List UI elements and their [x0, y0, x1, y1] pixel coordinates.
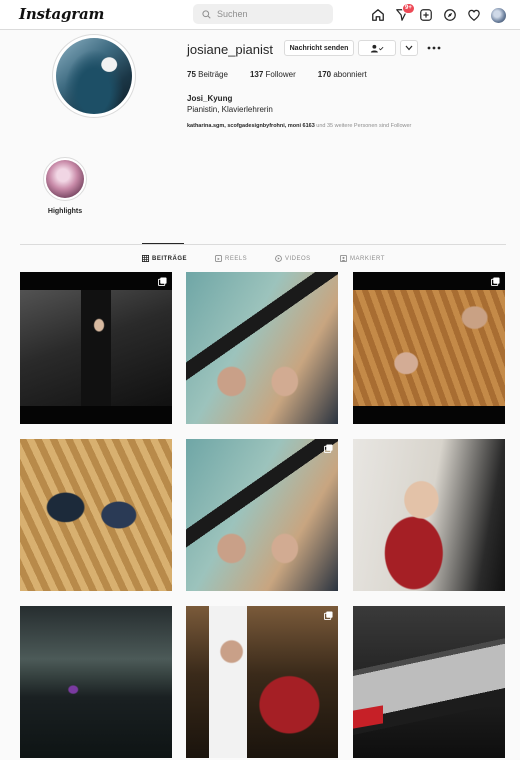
followers-stat[interactable]: 137 Follower [250, 70, 296, 79]
avatar-image [490, 7, 506, 23]
tab-posts[interactable]: BEITRÄGE [142, 255, 187, 262]
messages-badge: 9+ [402, 3, 415, 14]
followers-label: Follower [265, 70, 296, 79]
posts-count: 75 [187, 70, 196, 79]
home-icon[interactable] [370, 7, 386, 23]
tab-posts-label: BEITRÄGE [152, 255, 188, 262]
profile-avatar[interactable] [490, 7, 506, 23]
active-tab-indicator [142, 243, 184, 244]
following-button[interactable] [358, 40, 396, 56]
nav-icons: 9+ [370, 3, 514, 25]
profile-picture[interactable] [52, 34, 136, 118]
tab-videos-label: VIDEOS [285, 255, 311, 262]
following-count: 170 [317, 70, 332, 79]
direct-messages-icon[interactable]: 9+ [394, 3, 415, 23]
post-thumbnail[interactable] [20, 439, 172, 591]
explore-icon[interactable] [442, 7, 458, 23]
posts-label: Beiträge [198, 70, 228, 79]
new-post-icon[interactable] [418, 7, 434, 23]
chevron-down-icon [405, 45, 413, 51]
posts-stat: 75 Beiträge [187, 70, 228, 79]
post-thumbnail[interactable] [20, 606, 172, 758]
search-box[interactable] [193, 4, 333, 24]
story-highlight[interactable] [43, 157, 87, 201]
grid-icon [142, 255, 149, 262]
tab-tagged-label: MARKIERT [350, 255, 385, 262]
video-icon [275, 255, 282, 262]
post-thumbnail[interactable] [353, 439, 505, 591]
profile-stats: 75 Beiträge 137 Follower 170 abonniert [187, 70, 389, 79]
carousel-icon [158, 277, 167, 286]
search-icon [202, 9, 211, 19]
profile-username: josiane_pianist [187, 42, 274, 57]
tab-videos[interactable]: VIDEOS [275, 255, 311, 262]
activity-heart-icon[interactable] [466, 7, 482, 23]
more-dots-icon [427, 46, 441, 50]
post-thumbnail[interactable] [353, 272, 505, 424]
tab-reels-label: REELS [225, 255, 248, 262]
profile-full-name: Josi_Kyung [187, 94, 233, 103]
top-navigation-bar: Instagram 9+ [0, 0, 520, 30]
profile-picture-image [56, 38, 132, 114]
followed-by-names: katharina.sgm, scofgadesignbyfrohni, mon… [187, 123, 315, 129]
more-options-button[interactable] [426, 40, 442, 56]
suggestions-dropdown-button[interactable] [400, 40, 418, 56]
instagram-logo[interactable]: Instagram [19, 5, 104, 23]
carousel-icon [491, 277, 500, 286]
carousel-icon [324, 444, 333, 453]
tagged-icon [340, 255, 347, 262]
post-thumbnail[interactable] [353, 606, 505, 758]
person-check-icon [370, 44, 384, 52]
following-stat[interactable]: 170 abonniert [318, 70, 367, 79]
post-thumbnail[interactable] [186, 606, 338, 758]
reels-icon [215, 255, 222, 262]
profile-bio: Pianistin, Klavierlehrerin [187, 105, 273, 114]
tabs-divider [20, 244, 506, 245]
post-thumbnail[interactable] [20, 272, 172, 424]
post-thumbnail[interactable] [186, 439, 338, 591]
highlight-label: Highlights [47, 208, 83, 215]
send-message-button[interactable]: Nachricht senden [284, 40, 354, 56]
highlight-cover-image [46, 160, 84, 198]
tab-reels[interactable]: REELS [215, 255, 247, 262]
followed-by-text[interactable]: katharina.sgm, scofgadesignbyfrohni, mon… [187, 123, 411, 129]
search-input[interactable] [217, 9, 327, 19]
tab-tagged[interactable]: MARKIERT [340, 255, 385, 262]
following-label: abonniert [333, 70, 367, 79]
post-thumbnail[interactable] [186, 272, 338, 424]
carousel-icon [324, 611, 333, 620]
followed-by-suffix: und 35 weitere Personen sind Follower [316, 123, 412, 129]
followers-count: 137 [249, 70, 264, 79]
